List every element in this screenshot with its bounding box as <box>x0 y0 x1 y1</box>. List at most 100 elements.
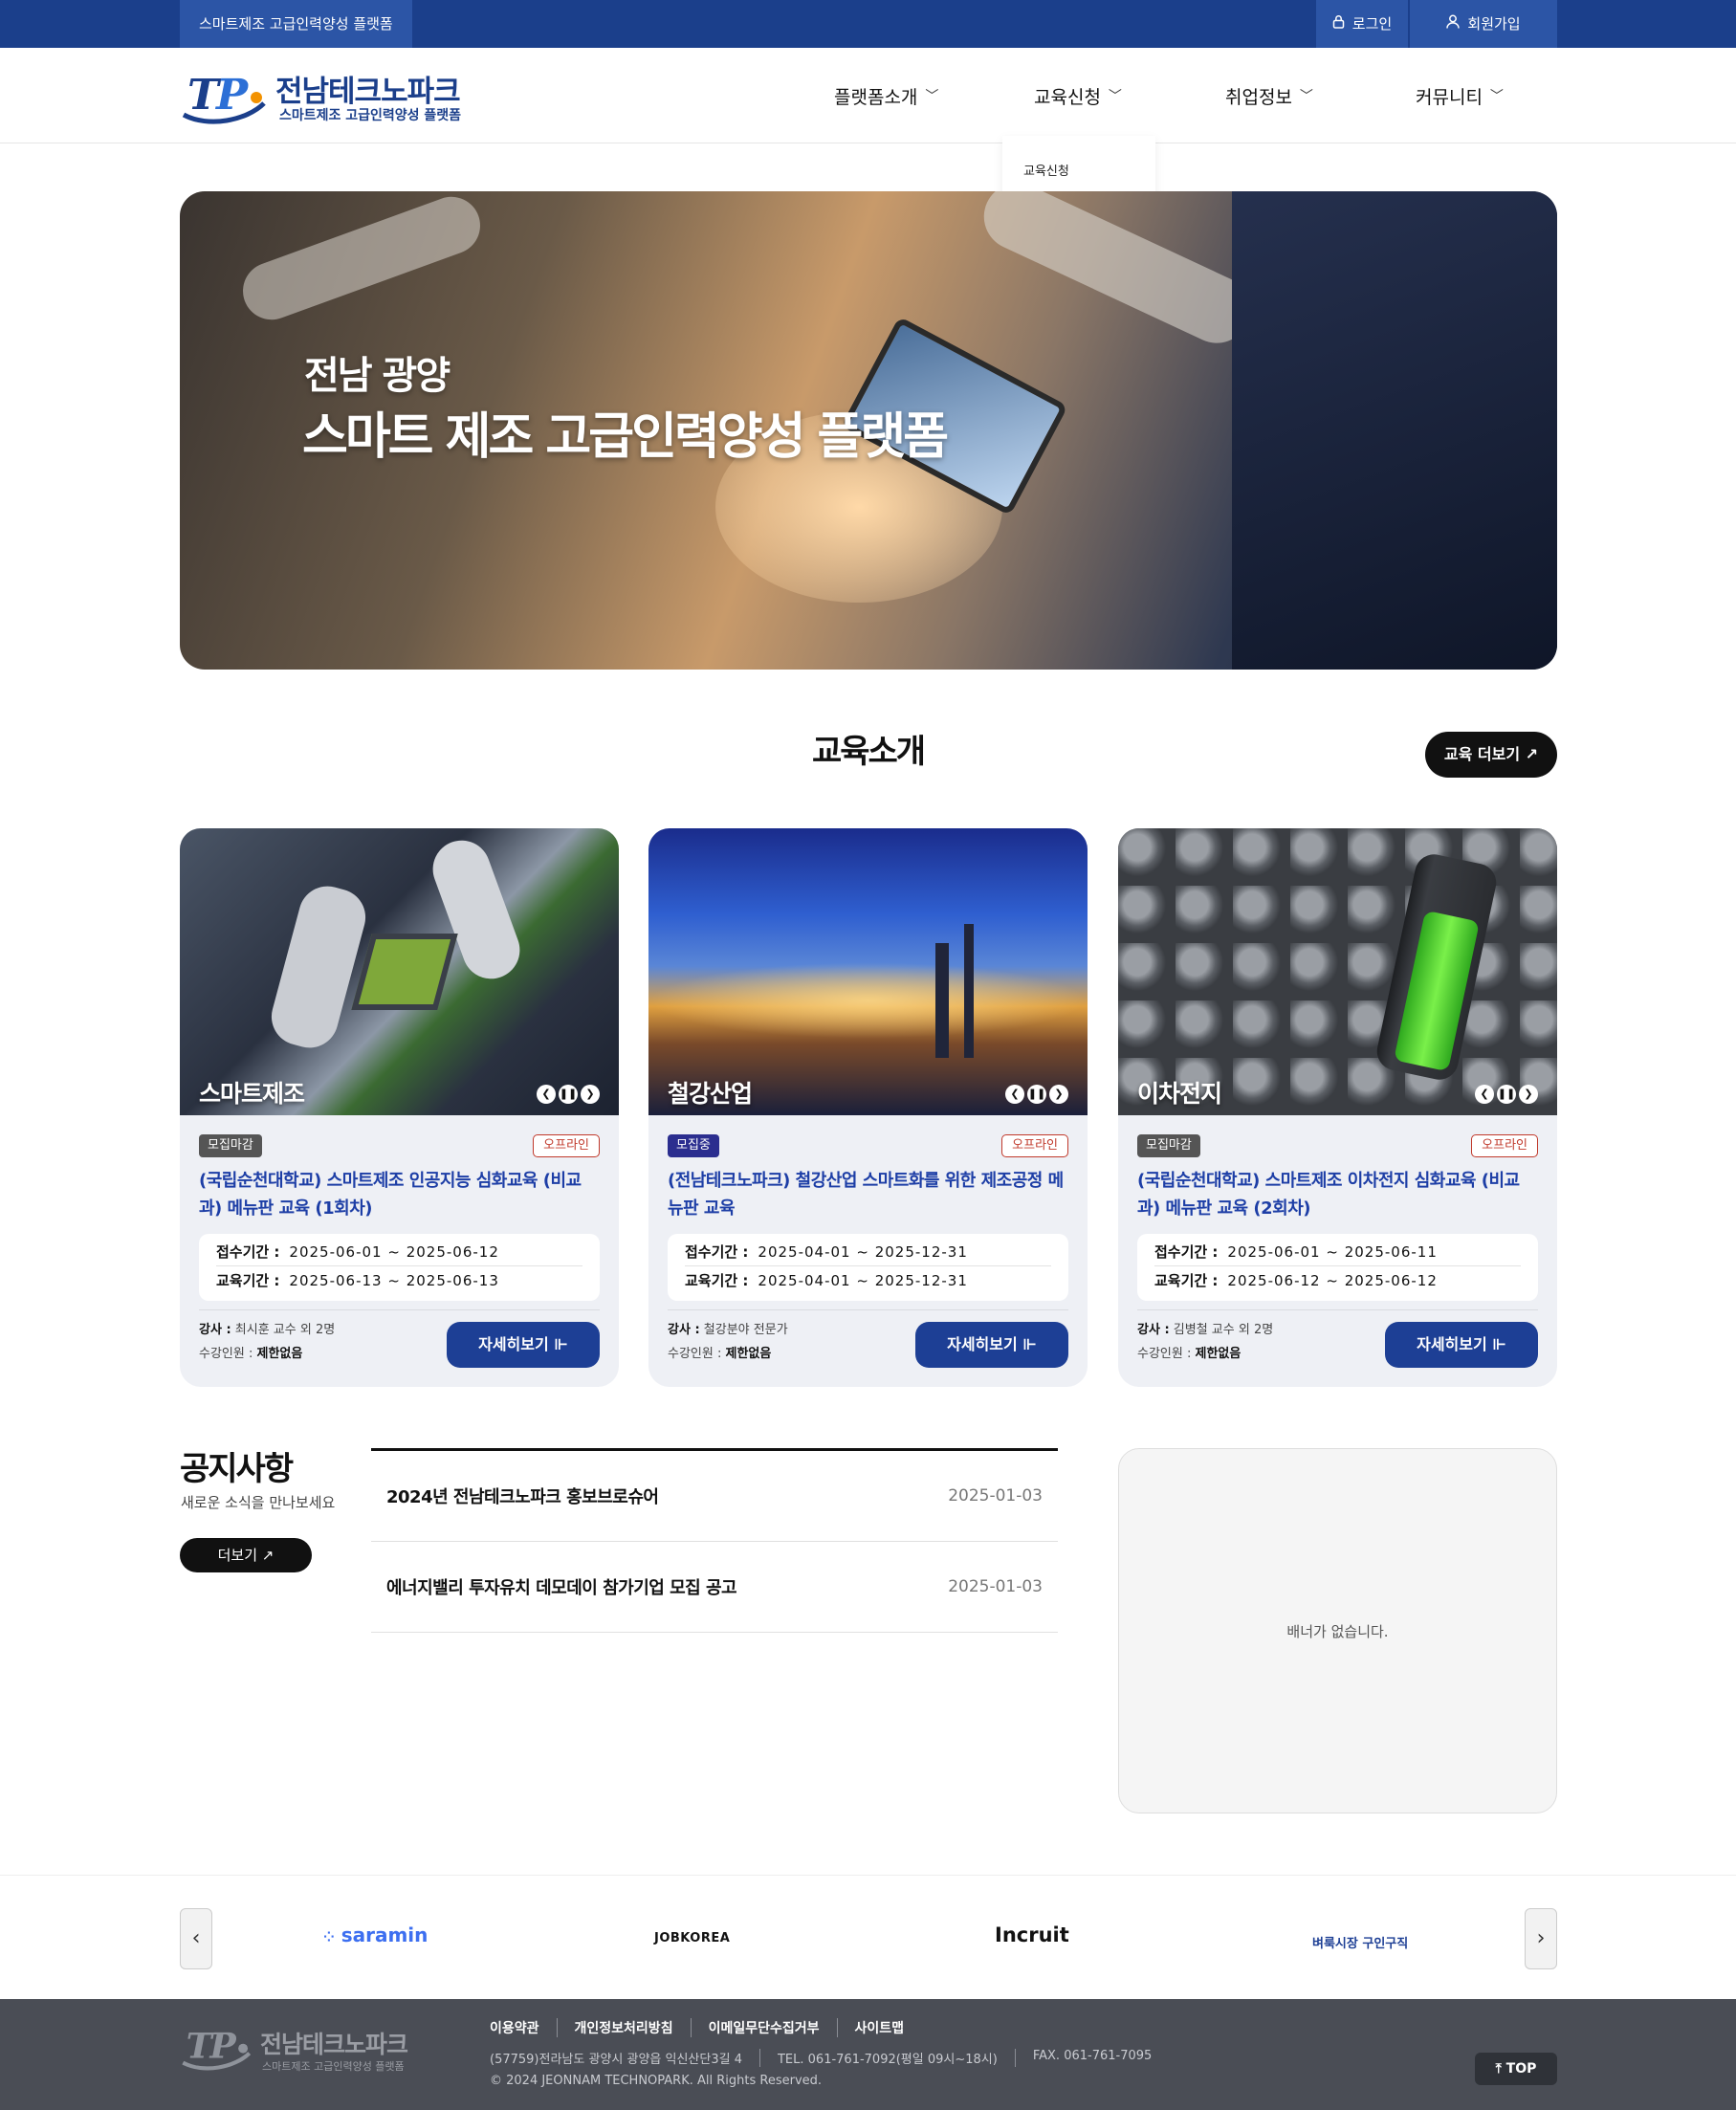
reg-label: 접수기간 : <box>1154 1243 1219 1261</box>
signup-button[interactable]: 회원가입 <box>1410 0 1557 48</box>
slider-controls: ❮ ❚❚ ❯ <box>1475 1085 1538 1104</box>
nav-job-info[interactable]: 취업정보 ﹀ <box>1225 48 1313 143</box>
footer-link-sitemap[interactable]: 사이트맵 <box>836 2018 922 2037</box>
notice-item[interactable]: 2024년 전남테크노파크 홍보브로슈어 2025-01-03 <box>371 1451 1058 1542</box>
status-badge: 모집중 <box>668 1134 719 1157</box>
capacity-label: 수강인원 : <box>668 1347 722 1361</box>
edu-label: 교육기간 : <box>216 1272 280 1289</box>
partner-logo-jobkorea[interactable]: JOBKOREA <box>654 1931 730 1945</box>
saramin-dots-icon: ⁘ <box>323 1930 335 1945</box>
chevron-down-icon: ﹀ <box>925 89 939 104</box>
footer-tel: TEL. 061-761-7092(평일 09시~18시) <box>758 2049 1015 2067</box>
footer-links: 이용약관 개인정보처리방침 이메일무단수집거부 사이트맵 <box>490 2018 921 2037</box>
chevron-left-icon[interactable]: ‹ <box>180 1908 212 1969</box>
footer-fax: FAX. 061-761-7095 <box>1014 2049 1169 2067</box>
prev-icon[interactable]: ❮ <box>537 1085 556 1104</box>
footer-copyright: © 2024 JEONNAM TECHNOPARK. All Rights Re… <box>490 2074 823 2088</box>
divider <box>199 1309 600 1310</box>
type-badge: 오프라인 <box>1001 1134 1068 1157</box>
chevron-down-icon: ﹀ <box>1108 89 1122 104</box>
course-card[interactable]: 스마트제조 ❮ ❚❚ ❯ 모집마감 오프라인 (국립순천대학교) 스마트제조 인… <box>180 828 619 1387</box>
instructor: 최시훈 교수 외 2명 <box>234 1323 336 1337</box>
chevron-right-icon[interactable]: › <box>1525 1908 1557 1969</box>
businessman-image <box>1232 191 1557 670</box>
hero-banner: 전남 광양 스마트 제조 고급인력양성 플랫폼 <box>180 191 1557 670</box>
notice-item[interactable]: 에너지밸리 투자유치 데모데이 참가기업 모집 공고 2025-01-03 <box>371 1542 1058 1633</box>
scroll-top-button[interactable]: ⤒ TOP <box>1475 2053 1557 2085</box>
footer-link-terms[interactable]: 이용약관 <box>490 2018 557 2037</box>
detail-button[interactable]: 자세히보기 ⊩ <box>447 1322 600 1368</box>
nav-label: 취업정보 <box>1225 86 1292 108</box>
next-icon[interactable]: ❯ <box>581 1085 600 1104</box>
nav-label: 플랫폼소개 <box>834 86 918 108</box>
site-logo[interactable]: T P 전남테크노파크 스마트제조 고급인력양성 플랫폼 <box>180 65 467 126</box>
user-icon <box>1446 0 1461 48</box>
pause-icon[interactable]: ❚❚ <box>1027 1085 1046 1104</box>
pause-icon[interactable]: ❚❚ <box>1497 1085 1516 1104</box>
banner-empty-text: 배너가 없습니다. <box>1286 1622 1389 1640</box>
course-card[interactable]: 이차전지 ❮ ❚❚ ❯ 모집마감 오프라인 (국립순천대학교) 스마트제조 이차… <box>1118 828 1557 1387</box>
arrow-up-icon: ⤒ <box>1495 2061 1502 2077</box>
next-icon[interactable]: ❯ <box>1049 1085 1068 1104</box>
site-footer: T P 전남테크노파크 스마트제조 고급인력양성 플랫폼 이용약관 개인정보처리… <box>0 1999 1736 2110</box>
nav-community[interactable]: 커뮤니티 ﹀ <box>1416 48 1504 143</box>
slider-controls: ❮ ❚❚ ❯ <box>537 1085 600 1104</box>
instructor: 김병철 교수 외 2명 <box>1173 1323 1274 1337</box>
prev-icon[interactable]: ❮ <box>1475 1085 1494 1104</box>
notice-item-title: 에너지밸리 투자유치 데모데이 참가기업 모집 공고 <box>386 1578 737 1598</box>
capacity: 제한없음 <box>1195 1347 1242 1361</box>
course-dates: 접수기간 : 2025-06-01 ~ 2025-06-11 교육기간 : 2025… <box>1137 1234 1538 1301</box>
footer-address: (57759)전라남도 광양시 광양읍 익신산단3길 4 TEL. 061-76… <box>490 2049 1169 2067</box>
top-bar: 스마트제조 고급인력양성 플랫폼 로그인 회원가입 <box>0 0 1736 48</box>
course-title[interactable]: (전남테크노파크) 철강산업 스마트화를 위한 제조공정 메뉴판 교육 <box>668 1167 1069 1222</box>
partner-logo-saramin[interactable]: ⁘ saramin <box>323 1923 428 1946</box>
edu-period: 2025-04-01 ~ 2025-12-31 <box>758 1272 968 1289</box>
nav-education-apply[interactable]: 교육신청 ﹀ <box>1034 48 1122 143</box>
notice-more-button[interactable]: 더보기 ↗ <box>180 1538 312 1572</box>
detail-button[interactable]: 자세히보기 ⊩ <box>1385 1322 1538 1368</box>
prev-icon[interactable]: ❮ <box>1005 1085 1024 1104</box>
course-meta: 강사 : 최시훈 교수 외 2명 수강인원 : 제한없음 <box>199 1318 335 1366</box>
chevron-down-icon: ﹀ <box>1489 89 1504 104</box>
course-category: 철강산업 <box>668 1080 753 1108</box>
footer-link-email-policy[interactable]: 이메일무단수집거부 <box>690 2018 837 2037</box>
course-card[interactable]: 철강산업 ❮ ❚❚ ❯ 모집중 오프라인 (전남테크노파크) 철강산업 스마트화… <box>648 828 1088 1387</box>
slider-controls: ❮ ❚❚ ❯ <box>1005 1085 1068 1104</box>
pause-icon[interactable]: ❚❚ <box>559 1085 578 1104</box>
course-category: 이차전지 <box>1137 1080 1222 1108</box>
course-dates: 접수기간 : 2025-06-01 ~ 2025-06-12 교육기간 : 2025… <box>199 1234 600 1301</box>
nav-label: 교육신청 <box>1034 86 1101 108</box>
footer-link-privacy[interactable]: 개인정보처리방침 <box>556 2018 691 2037</box>
robot-arm-image <box>973 191 1262 355</box>
reg-period: 2025-04-01 ~ 2025-12-31 <box>758 1243 968 1261</box>
footer-brand-sub: 스마트제조 고급인력양성 플랫폼 <box>262 2060 405 2073</box>
status-badge: 모집마감 <box>199 1134 262 1157</box>
capacity-label: 수강인원 : <box>199 1347 253 1361</box>
course-image-steel-industry <box>648 828 1088 1115</box>
capacity: 제한없음 <box>256 1347 303 1361</box>
login-button[interactable]: 로그인 <box>1316 0 1408 48</box>
partner-logo-incruit[interactable]: Incruit <box>995 1923 1069 1946</box>
course-image-smart-manufacturing <box>180 828 619 1115</box>
course-meta: 강사 : 김병철 교수 외 2명 수강인원 : 제한없음 <box>1137 1318 1273 1366</box>
edu-label: 교육기간 : <box>1154 1272 1219 1289</box>
notice-item-date: 2025-01-03 <box>948 1577 1043 1596</box>
dropdown-item-education-apply[interactable]: 교육신청 <box>1023 161 1069 179</box>
partner-carousel: ‹ ⁘ saramin JOBKOREA Incruit 벼룩시장 구인구직 › <box>0 1875 1736 1999</box>
nav-platform-intro[interactable]: 플랫폼소개 ﹀ <box>834 48 938 143</box>
chevron-down-icon: ﹀ <box>1299 89 1313 104</box>
brand-name: 전남테크노파크 <box>275 75 461 109</box>
detail-button[interactable]: 자세히보기 ⊩ <box>915 1322 1068 1368</box>
reg-period: 2025-06-01 ~ 2025-06-12 <box>289 1243 499 1261</box>
partner-logo-findall[interactable]: 벼룩시장 구인구직 <box>1312 1933 1408 1951</box>
courses-more-button[interactable]: 교육 더보기 ↗ <box>1425 732 1557 778</box>
top-label: TOP <box>1505 2061 1537 2077</box>
lock-icon <box>1332 0 1345 48</box>
course-title[interactable]: (국립순천대학교) 스마트제조 이차전지 심화교육 (비교과) 메뉴판 교육 (… <box>1137 1167 1539 1222</box>
instructor-label: 강사 : <box>1137 1323 1170 1337</box>
reg-period: 2025-06-01 ~ 2025-06-11 <box>1227 1243 1438 1261</box>
next-icon[interactable]: ❯ <box>1519 1085 1538 1104</box>
capacity-label: 수강인원 : <box>1137 1347 1192 1361</box>
status-badge: 모집마감 <box>1137 1134 1200 1157</box>
course-title[interactable]: (국립순천대학교) 스마트제조 인공지능 심화교육 (비교과) 메뉴판 교육 (… <box>199 1167 601 1222</box>
